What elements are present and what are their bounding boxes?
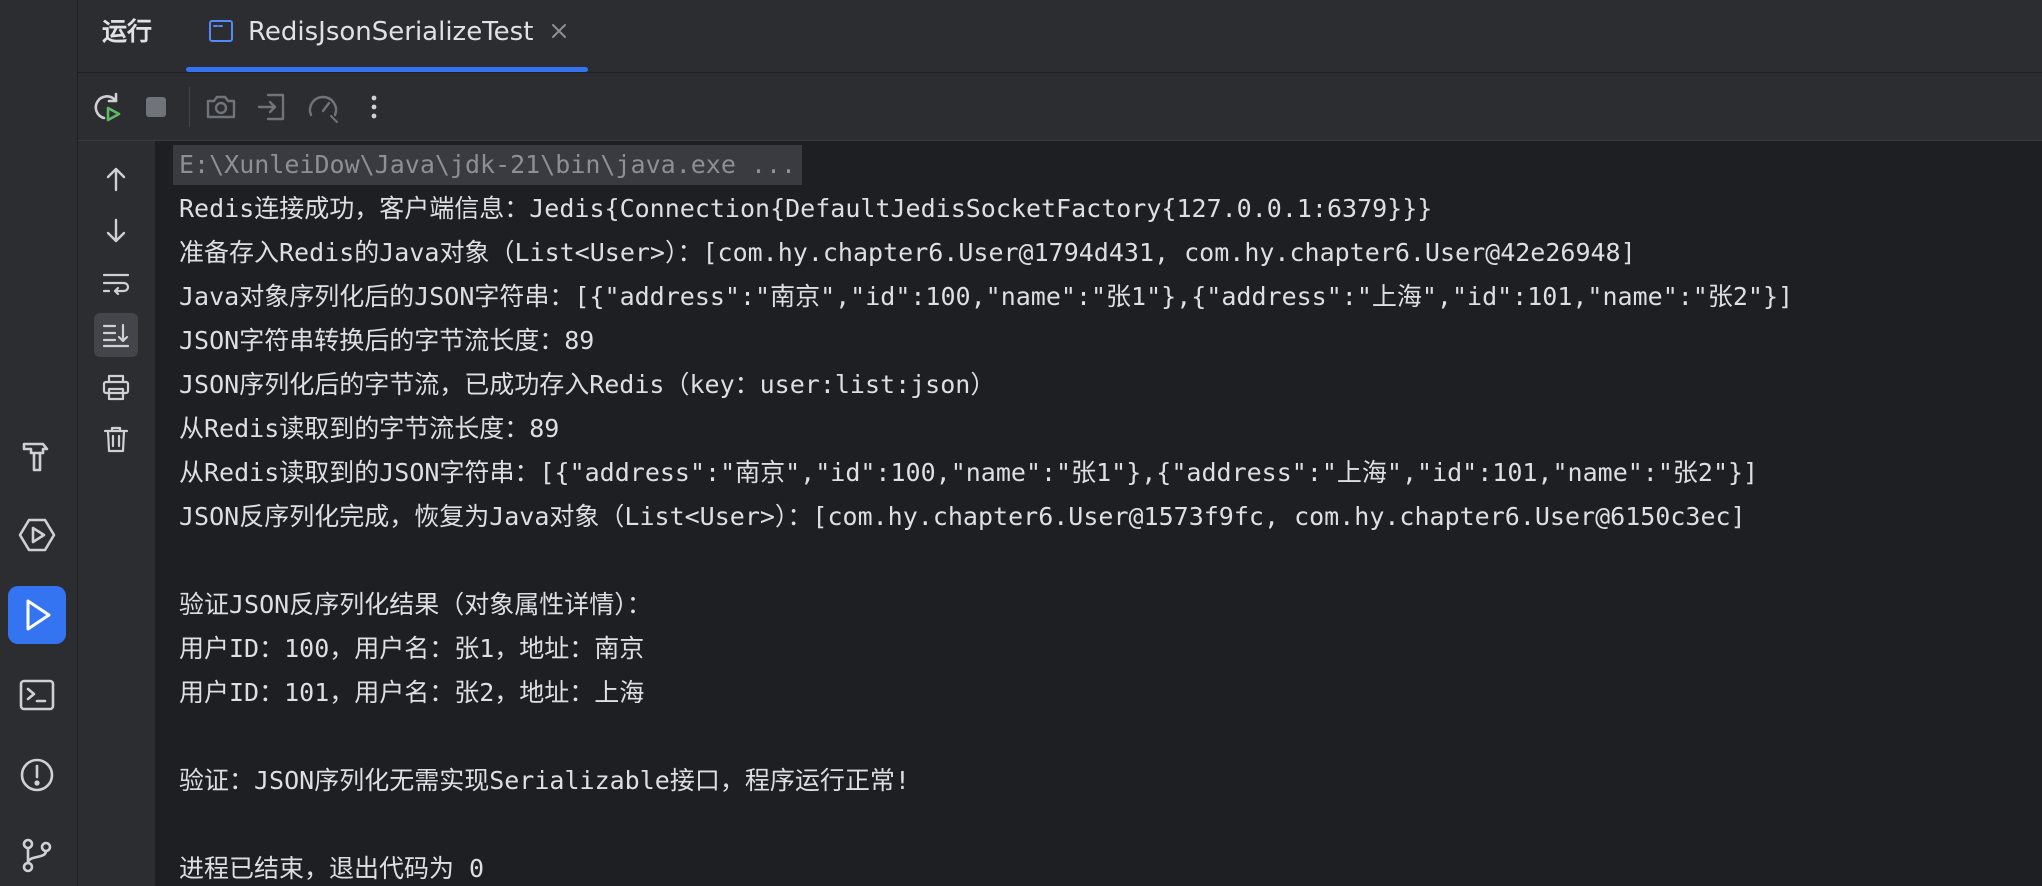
console-tab-icon bbox=[209, 20, 233, 42]
arrow-down-icon bbox=[106, 218, 126, 243]
print-button[interactable] bbox=[94, 365, 138, 409]
rerun-icon bbox=[94, 92, 121, 122]
active-tab-indicator bbox=[186, 67, 588, 72]
console-line: 进程已结束，退出代码为 0 bbox=[179, 854, 485, 883]
problems-icon bbox=[20, 758, 54, 792]
exit-button[interactable] bbox=[250, 85, 294, 129]
more-options-button[interactable] bbox=[352, 85, 396, 129]
tab-label: RedisJsonSerializeTest bbox=[248, 17, 534, 47]
soft-wrap-button[interactable] bbox=[94, 261, 138, 305]
console-line: JSON反序列化完成，恢复为Java对象（List<User>）：[com.hy… bbox=[179, 502, 1746, 531]
dump-threads-button[interactable] bbox=[199, 85, 243, 129]
console-line: 从Redis读取到的字节流长度：89 bbox=[179, 414, 560, 443]
clear-all-button[interactable] bbox=[94, 417, 138, 461]
services-tool-button[interactable] bbox=[8, 506, 66, 564]
terminal-tool-button[interactable] bbox=[8, 666, 66, 724]
arrow-up-icon bbox=[106, 167, 126, 192]
command-line[interactable]: E:\XunleiDow\Java\jdk-21\bin\java.exe ..… bbox=[173, 145, 803, 185]
build-tool-button[interactable] bbox=[8, 426, 66, 484]
scroll-to-end-icon bbox=[102, 323, 130, 348]
console-line: Redis连接成功，客户端信息：Jedis{Connection{Default… bbox=[179, 194, 1433, 223]
console-line: 验证：JSON序列化无需实现Serializable接口，程序运行正常! bbox=[179, 766, 910, 795]
console-actions-bar bbox=[78, 141, 155, 886]
run-toolbar bbox=[78, 73, 2042, 141]
profiler-button[interactable] bbox=[301, 85, 345, 129]
trash-icon bbox=[103, 426, 129, 453]
console-line: 从Redis读取到的JSON字符串：[{"address":"南京","id":… bbox=[179, 458, 1759, 487]
soft-wrap-icon bbox=[102, 273, 130, 296]
more-icon bbox=[371, 95, 377, 119]
run-tool-button[interactable] bbox=[8, 586, 66, 644]
console-line: JSON字符串转换后的字节流长度：89 bbox=[179, 326, 595, 355]
close-icon[interactable] bbox=[548, 20, 570, 42]
run-icon bbox=[26, 599, 51, 631]
stop-icon bbox=[146, 97, 166, 117]
profiler-icon bbox=[308, 95, 338, 123]
hammer-icon bbox=[22, 442, 49, 472]
stop-button[interactable] bbox=[134, 85, 178, 129]
scroll-down-button[interactable] bbox=[94, 209, 138, 253]
print-icon bbox=[102, 374, 130, 401]
git-tool-button[interactable] bbox=[8, 826, 66, 884]
problems-tool-button[interactable] bbox=[8, 746, 66, 804]
run-tool-window: 运行 RedisJsonSerializeTest E:\XunleiDow\J… bbox=[0, 0, 2042, 886]
panel-title: 运行 bbox=[102, 17, 153, 46]
toolbar-separator bbox=[189, 87, 190, 127]
console-output[interactable]: E:\XunleiDow\Java\jdk-21\bin\java.exe ..… bbox=[155, 141, 2042, 886]
services-icon bbox=[18, 518, 56, 552]
console-line: Java对象序列化后的JSON字符串：[{"address":"南京","id"… bbox=[179, 282, 1794, 311]
rerun-button[interactable] bbox=[84, 85, 128, 129]
tab-run-config[interactable]: RedisJsonSerializeTest bbox=[186, 0, 588, 72]
exit-icon bbox=[257, 93, 285, 121]
console-line: 验证JSON反序列化结果（对象属性详情）： bbox=[179, 590, 652, 619]
console-line: 用户ID：100，用户名：张1，地址：南京 bbox=[179, 634, 645, 663]
console-line: 准备存入Redis的Java对象（List<User>）：[com.hy.cha… bbox=[179, 238, 1636, 267]
console-line: JSON序列化后的字节流，已成功存入Redis（key：user:list:js… bbox=[179, 370, 996, 399]
console-line: 用户ID：101，用户名：张2，地址：上海 bbox=[179, 678, 645, 707]
terminal-icon bbox=[19, 679, 55, 711]
camera-icon bbox=[206, 95, 236, 119]
scroll-to-end-button[interactable] bbox=[94, 313, 138, 357]
tool-window-header: 运行 RedisJsonSerializeTest bbox=[78, 0, 2042, 73]
scroll-up-button[interactable] bbox=[94, 157, 138, 201]
left-tool-strip bbox=[0, 0, 78, 886]
git-branch-icon bbox=[22, 838, 52, 873]
